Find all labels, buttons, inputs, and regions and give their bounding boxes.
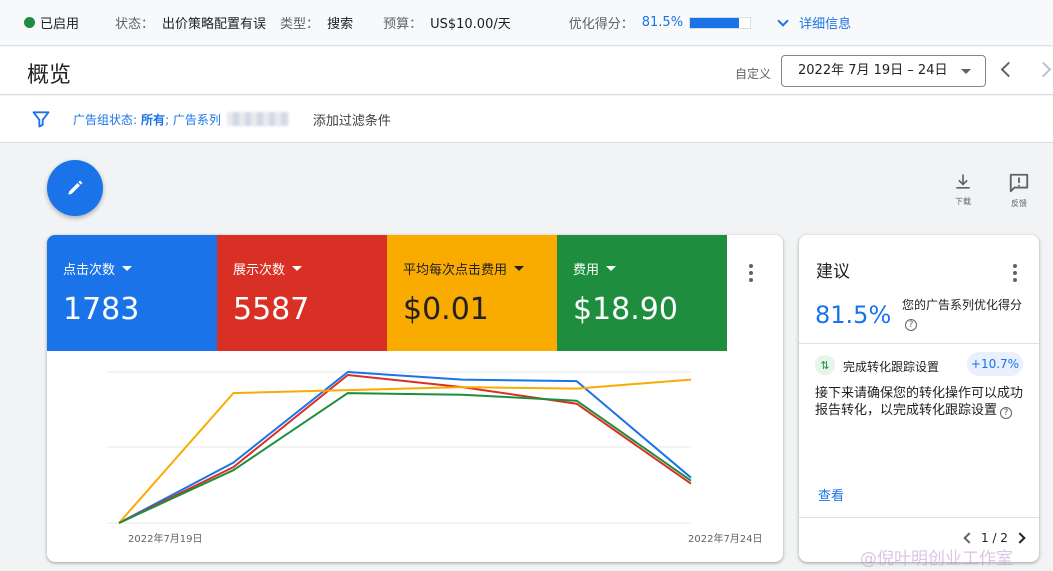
feedback-icon [1009,173,1029,193]
x-axis-end-label: 2022年7月24日 [688,534,763,545]
series-line-2 [118,378,692,524]
status-value[interactable]: 出价策略配置有误 [162,13,266,32]
more-options-icon[interactable] [1013,264,1017,282]
filter-icon[interactable] [31,109,51,129]
score-uplift-badge: +10.7% [967,352,1023,376]
edit-button[interactable] [47,160,103,216]
optimization-score[interactable]: 优化得分： 81.5% [568,13,752,32]
help-icon[interactable]: ? [905,319,917,331]
score-progress-bar [689,16,752,29]
metric-value: $18.90 [573,292,678,327]
budget-value[interactable]: US$10.00/天 [430,13,511,32]
redacted-campaign-name [226,112,289,126]
next-icon[interactable] [1014,532,1026,544]
download-icon [956,174,970,189]
date-range-select[interactable]: 2022年 7月 19日 – 24日 [781,55,986,87]
type-value: 搜索 [327,17,354,32]
budget-info: 预算： US$10.00/天 [383,13,511,32]
recommendations-title: 建议 [816,262,850,282]
metric-value: $0.01 [403,292,489,327]
conversion-arrows-icon: ⇅ [815,355,835,375]
help-icon[interactable]: ? [1000,407,1013,419]
divider [799,343,1039,344]
next-period-icon[interactable] [1035,61,1052,78]
filter-chip-campaign-status[interactable]: 广告组状态: 所有 ; 广告系列 [73,111,289,128]
score-desc-text: 您的广告系列优化得分 [902,298,1023,312]
date-range-value: 2022年 7月 19日 – 24日 [798,63,948,78]
page-header: 概览 自定义 2022年 7月 19日 – 24日 [0,47,1053,95]
more-options-icon[interactable] [749,264,753,282]
metric-name: 平均每次点击费用 [403,263,508,278]
previous-icon[interactable] [963,532,975,544]
recommendation-body-text: 接下来请确保您的转化操作可以成功报告转化，以完成转化跟踪设置 [815,386,1024,418]
dropdown-caret-icon [961,69,971,74]
watermark: @倪叶明创业工作室 [860,549,1013,569]
download-label: 下载 [955,197,971,206]
page-title: 概览 [27,63,72,88]
type-label: 类型： [280,17,320,32]
metric-name: 展示次数 [233,263,286,278]
view-recommendation-link[interactable]: 查看 [818,485,844,504]
recommendation-title: 完成转化跟踪设置 [843,360,940,374]
score-value: 81.5% [641,15,684,30]
add-filter-button[interactable]: 添加过滤条件 [313,110,391,129]
performance-line-chart [107,371,692,524]
filter-chip-suffix: ; 广告系列 [165,112,221,127]
feedback-button[interactable]: 反馈 [999,172,1039,209]
dropdown-caret-icon [514,266,525,271]
optimization-score-desc: 您的广告系列优化得分? [902,297,1027,331]
feedback-label: 反馈 [1011,199,1027,208]
score-label: 优化得分： [568,17,634,32]
optimization-score-value: 81.5% [815,301,892,329]
recommendation-body: 接下来请确保您的转化操作可以成功报告转化，以完成转化跟踪设置? [815,385,1027,419]
metric-name: 费用 [573,263,600,278]
filter-bar: 广告组状态: 所有 ; 广告系列 添加过滤条件 [0,96,1053,143]
dropdown-caret-icon [292,266,303,271]
status-label: 状态： [115,17,155,32]
recommendations-card: 建议 81.5% 您的广告系列优化得分? ⇅ 完成转化跟踪设置 +10.7% 接… [799,235,1039,562]
recommendation-pager: 1 / 2 [963,531,1026,545]
details-label: 详细信息 [799,17,852,32]
metric-tile-avg-cpc[interactable]: 平均每次点击费用 $0.01 [387,235,557,351]
divider [799,517,1039,518]
custom-range-label: 自定义 [735,67,772,81]
previous-period-icon[interactable] [1000,61,1017,78]
dropdown-caret-icon [606,266,617,271]
metric-tile-cost[interactable]: 费用 $18.90 [557,235,727,351]
series-line-1 [118,374,692,524]
metric-tile-impressions[interactable]: 展示次数 5587 [217,235,387,351]
x-axis-start-label: 2022年7月19日 [128,534,203,545]
enabled-label: 已启用 [40,17,80,32]
type-info: 类型： 搜索 [280,13,353,32]
download-button[interactable]: 下载 [943,172,983,207]
enabled-dot-icon [24,17,35,28]
pager-label: 1 / 2 [981,531,1008,545]
series-line-3 [118,392,692,524]
details-toggle[interactable]: 详细信息 [773,13,851,32]
filter-chip-label: 广告组状态: [73,112,138,127]
dropdown-caret-icon [122,266,133,271]
campaign-status-bar: 已启用 状态： 出价策略配置有误 类型： 搜索 预算： US$10.00/天 优… [0,0,1053,46]
status-info: 状态： 出价策略配置有误 [115,13,266,32]
budget-label: 预算： [383,17,423,32]
metric-tile-clicks[interactable]: 点击次数 1783 [47,235,217,351]
enabled-status[interactable]: 已启用 [24,13,79,32]
pencil-icon [68,180,83,195]
metric-value: 1783 [63,292,140,327]
filter-chip-value: 所有 [141,112,166,127]
metric-name: 点击次数 [63,263,116,278]
metric-value: 5587 [233,292,310,327]
chevron-down-icon [777,14,789,27]
performance-card: 点击次数 1783 展示次数 5587 平均每次点击费用 $0.01 费用 $1… [47,235,783,562]
score-progress-fill [690,17,739,28]
